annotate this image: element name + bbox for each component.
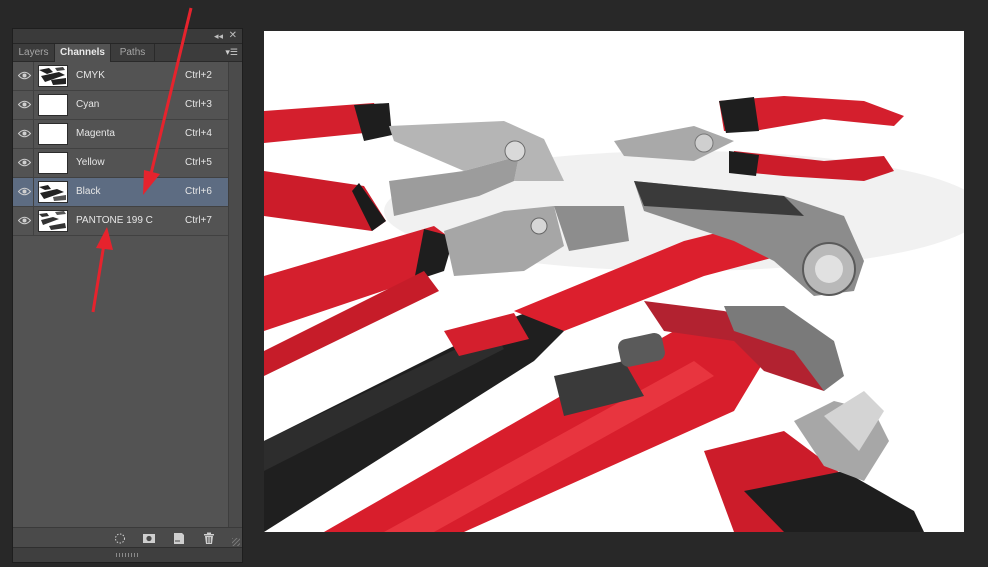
visibility-eye-icon[interactable] (15, 178, 34, 206)
channel-name: Black (76, 186, 101, 197)
panel-menu-icon[interactable]: ▾☰ (225, 44, 238, 61)
channel-row-cmyk[interactable]: CMYK Ctrl+2 (13, 62, 242, 91)
channel-shortcut: Ctrl+5 (185, 157, 212, 168)
collapse-panel-button[interactable]: ◂◂ (214, 30, 223, 42)
new-channel-icon[interactable] (172, 532, 186, 545)
channel-thumbnail (38, 123, 68, 145)
tab-layers[interactable]: Layers (13, 44, 55, 61)
panel-bottom-toolbar (13, 527, 242, 548)
channel-name: Magenta (76, 128, 115, 139)
channel-row-yellow[interactable]: Yellow Ctrl+5 (13, 149, 242, 178)
panel-title-bar: ◂◂ ✕ (13, 29, 242, 44)
visibility-eye-icon[interactable] (15, 120, 34, 148)
close-panel-button[interactable]: ✕ (229, 29, 237, 42)
channel-row-black[interactable]: Black Ctrl+6 (13, 178, 242, 207)
tab-paths[interactable]: Paths (111, 44, 155, 61)
channel-name: PANTONE 199 C (76, 215, 153, 226)
grip-icon (116, 553, 138, 557)
channel-shortcut: Ctrl+7 (185, 215, 212, 226)
channel-row-cyan[interactable]: Cyan Ctrl+3 (13, 91, 242, 120)
channel-name: CMYK (76, 70, 105, 81)
visibility-eye-icon[interactable] (15, 91, 34, 119)
channel-thumbnail (38, 94, 68, 116)
panel-tab-bar: Layers Channels Paths ▾☰ (13, 44, 242, 62)
channel-shortcut: Ctrl+2 (185, 70, 212, 81)
visibility-eye-icon[interactable] (15, 62, 34, 90)
trash-icon[interactable] (202, 532, 216, 545)
resize-corner-icon[interactable] (232, 538, 240, 546)
channel-shortcut: Ctrl+4 (185, 128, 212, 139)
channel-list: CMYK Ctrl+2 Cyan Ctrl+3 Magenta Ctrl+4 Y… (13, 62, 242, 236)
visibility-eye-icon[interactable] (15, 149, 34, 177)
channel-thumbnail (38, 65, 68, 87)
channel-list-scrollbar[interactable] (228, 62, 242, 535)
visibility-eye-icon[interactable] (15, 207, 34, 235)
channel-thumbnail (38, 152, 68, 174)
channel-shortcut: Ctrl+3 (185, 99, 212, 110)
document-canvas[interactable] (264, 31, 964, 532)
channel-thumbnail (38, 181, 68, 203)
save-selection-icon[interactable] (142, 532, 156, 545)
tools-photo (264, 96, 964, 532)
panel-resize-handle[interactable] (13, 547, 242, 562)
tab-channels[interactable]: Channels (55, 44, 111, 62)
channel-row-magenta[interactable]: Magenta Ctrl+4 (13, 120, 242, 149)
channel-row-pantone-199-c[interactable]: PANTONE 199 C Ctrl+7 (13, 207, 242, 236)
channels-panel: ◂◂ ✕ Layers Channels Paths ▾☰ CMYK Ctrl+… (12, 28, 243, 563)
channel-thumbnail (38, 210, 68, 232)
channel-name: Cyan (76, 99, 100, 110)
channel-name: Yellow (76, 157, 105, 168)
channel-shortcut: Ctrl+6 (185, 186, 212, 197)
load-selection-icon[interactable] (113, 532, 127, 545)
